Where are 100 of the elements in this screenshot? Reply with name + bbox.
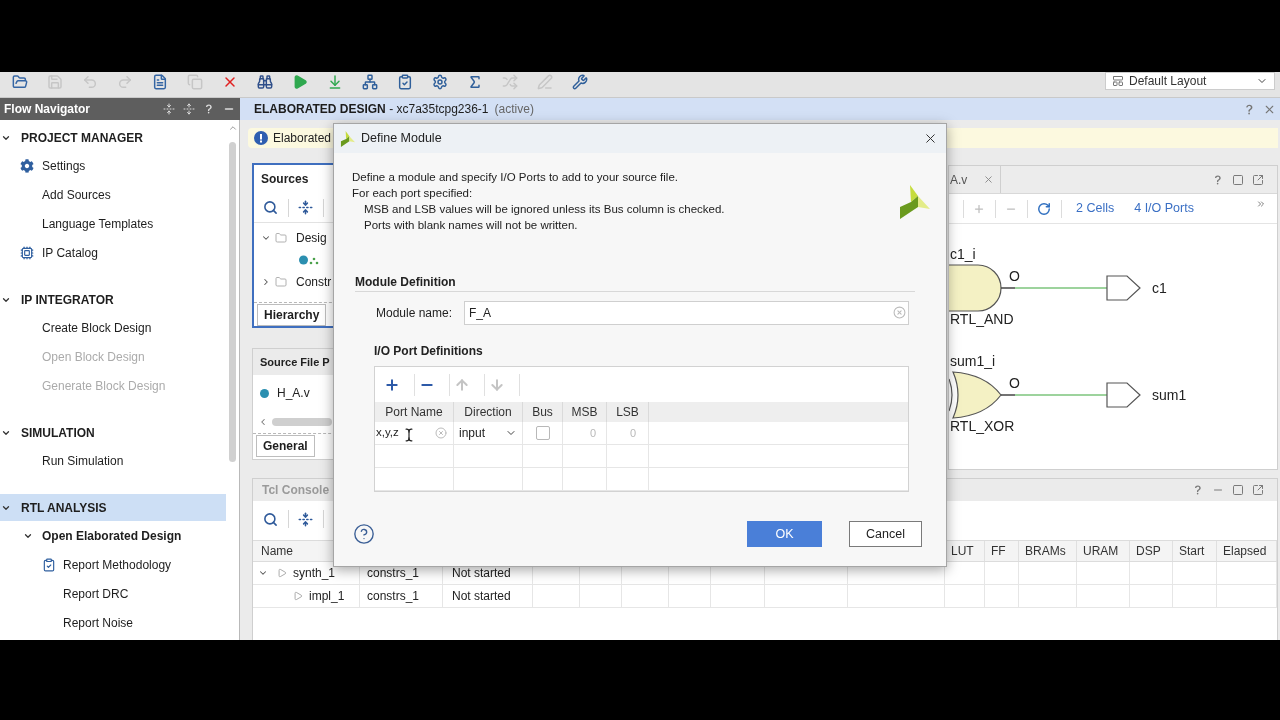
nav-item[interactable]: Run Simulation xyxy=(42,451,124,470)
wrench-icon[interactable] xyxy=(572,74,588,90)
nav-section-header[interactable]: RTL ANALYSIS xyxy=(0,494,226,521)
output-port xyxy=(1106,275,1141,301)
editor-tab[interactable]: A.v xyxy=(949,166,1002,193)
help-icon[interactable] xyxy=(203,103,215,115)
panel-tab[interactable]: Hierarchy xyxy=(257,304,327,326)
pin-label: O xyxy=(1009,268,1020,284)
refresh-icon[interactable] xyxy=(1037,201,1051,216)
nav-item[interactable]: Add Sources xyxy=(42,185,111,204)
cell-name-label: sum1_i xyxy=(950,353,996,369)
table-cell-text: impl_1 xyxy=(309,588,345,605)
column-header[interactable]: URAM xyxy=(1083,542,1119,560)
float-icon[interactable] xyxy=(1252,173,1264,186)
plus-icon[interactable] xyxy=(384,376,400,393)
port-label: c1 xyxy=(1152,280,1167,296)
nav-item[interactable]: Settings xyxy=(20,156,86,175)
table-cell-text: 0 xyxy=(589,425,596,441)
instruction-text: Define a module and specify I/O Ports to add to your source file. xyxy=(352,170,678,185)
search-icon[interactable] xyxy=(263,511,278,527)
cell-type-label: RTL_XOR xyxy=(950,418,1015,434)
document-icon[interactable] xyxy=(152,74,168,90)
nav-item[interactable]: Report Methodology xyxy=(42,555,172,574)
network-icon[interactable] xyxy=(362,74,378,90)
binoculars-icon[interactable] xyxy=(257,74,273,90)
column-header[interactable]: Direction xyxy=(464,403,512,421)
chevron-right-icon[interactable] xyxy=(261,277,271,287)
close-icon[interactable] xyxy=(923,131,938,146)
dialog-button[interactable]: OK xyxy=(747,521,822,547)
and-gate xyxy=(949,264,1002,312)
column-header[interactable]: Elapsed xyxy=(1223,542,1267,560)
xor-gate xyxy=(949,371,1002,419)
scroll-up-icon[interactable] xyxy=(227,123,238,133)
collapse-all-icon[interactable] xyxy=(298,200,313,215)
column-header[interactable]: BRAMs xyxy=(1025,542,1066,560)
panel-tab[interactable]: General xyxy=(256,435,315,457)
column-header[interactable]: LUT xyxy=(951,542,974,560)
float-icon[interactable] xyxy=(1252,484,1264,496)
maximize-icon[interactable] xyxy=(1232,173,1244,186)
nav-item[interactable]: Create Block Design xyxy=(42,318,152,337)
sigma-icon[interactable] xyxy=(467,74,483,90)
instruction-text: MSB and LSB values will be ignored unless its Bus column is checked. xyxy=(364,202,725,217)
column-header[interactable]: FF xyxy=(991,542,1006,560)
nav-item[interactable]: Open Elaborated Design xyxy=(42,526,182,545)
panel-title: Source File P xyxy=(260,354,330,370)
bus-checkbox[interactable] xyxy=(535,426,550,440)
exclamation-icon xyxy=(254,131,268,145)
nav-section-header[interactable]: PROJECT MANAGER xyxy=(0,124,226,151)
logo-icon xyxy=(340,130,355,147)
column-header[interactable]: Start xyxy=(1179,542,1205,560)
pin-label: O xyxy=(1009,375,1020,391)
help-icon[interactable] xyxy=(1192,484,1204,496)
arrow-down-icon[interactable] xyxy=(327,74,343,90)
layout-select[interactable]: Default Layout xyxy=(1105,72,1275,90)
toolbar-link[interactable]: 4 I/O Ports xyxy=(1134,199,1194,218)
nav-item[interactable]: IP Catalog xyxy=(20,243,98,262)
field-label: Module name: xyxy=(376,304,453,322)
clear-icon[interactable] xyxy=(435,427,447,439)
nav-item[interactable]: Report DRC xyxy=(63,584,129,603)
module-name-field[interactable]: F_A xyxy=(464,300,909,325)
clear-icon[interactable] xyxy=(893,306,906,319)
play-icon[interactable] xyxy=(292,74,308,90)
toolbar-link[interactable]: 2 Cells xyxy=(1076,199,1115,218)
dialog-button[interactable]: Cancel xyxy=(849,521,922,547)
triangle-icon xyxy=(293,591,303,601)
cell-name-label: c1_i xyxy=(950,246,976,262)
output-port xyxy=(1106,382,1141,408)
direction-select[interactable]: input xyxy=(454,422,522,444)
help-icon[interactable] xyxy=(353,523,375,545)
help-icon[interactable] xyxy=(1212,173,1224,186)
clipboard-check-icon[interactable] xyxy=(397,74,413,90)
column-header[interactable]: DSP xyxy=(1136,542,1161,560)
nav-section-header[interactable]: SIMULATION xyxy=(0,419,226,446)
chevrons-right-icon[interactable] xyxy=(1256,199,1266,209)
nav-item[interactable]: Language Templates xyxy=(42,214,154,233)
layout-icon xyxy=(1112,75,1124,87)
folder-icon xyxy=(275,276,287,288)
scrollbar-thumb[interactable] xyxy=(229,142,236,462)
nav-item[interactable]: Report Noise xyxy=(63,613,134,632)
column-header[interactable]: Bus xyxy=(532,403,553,421)
search-icon[interactable] xyxy=(263,200,278,215)
tree-item[interactable]: Desig xyxy=(296,229,327,247)
tree-item[interactable]: Constr xyxy=(296,273,332,291)
collapse-all-icon[interactable] xyxy=(163,103,175,115)
column-header[interactable]: Name xyxy=(261,542,293,560)
expand-all-icon[interactable] xyxy=(183,103,195,115)
column-header[interactable]: Port Name xyxy=(385,403,443,421)
scroll-left-icon[interactable] xyxy=(258,417,268,427)
folder-open-icon[interactable] xyxy=(12,74,28,90)
column-header[interactable]: MSB xyxy=(571,403,598,421)
nav-section-header[interactable]: IP INTEGRATOR xyxy=(0,286,226,313)
maximize-icon[interactable] xyxy=(1232,484,1244,496)
settings-icon[interactable] xyxy=(432,74,448,90)
scrollbar-thumb[interactable] xyxy=(272,418,332,426)
column-header[interactable]: LSB xyxy=(616,403,639,421)
instruction-text: For each port specified: xyxy=(352,186,473,201)
table-cell-text: Not started xyxy=(452,565,511,582)
collapse-all-icon[interactable] xyxy=(298,511,313,527)
table-cell-text: Not started xyxy=(452,588,511,605)
design-title: ELABORATED DESIGN - xc7a35tcpg236-1 xyxy=(254,101,489,118)
